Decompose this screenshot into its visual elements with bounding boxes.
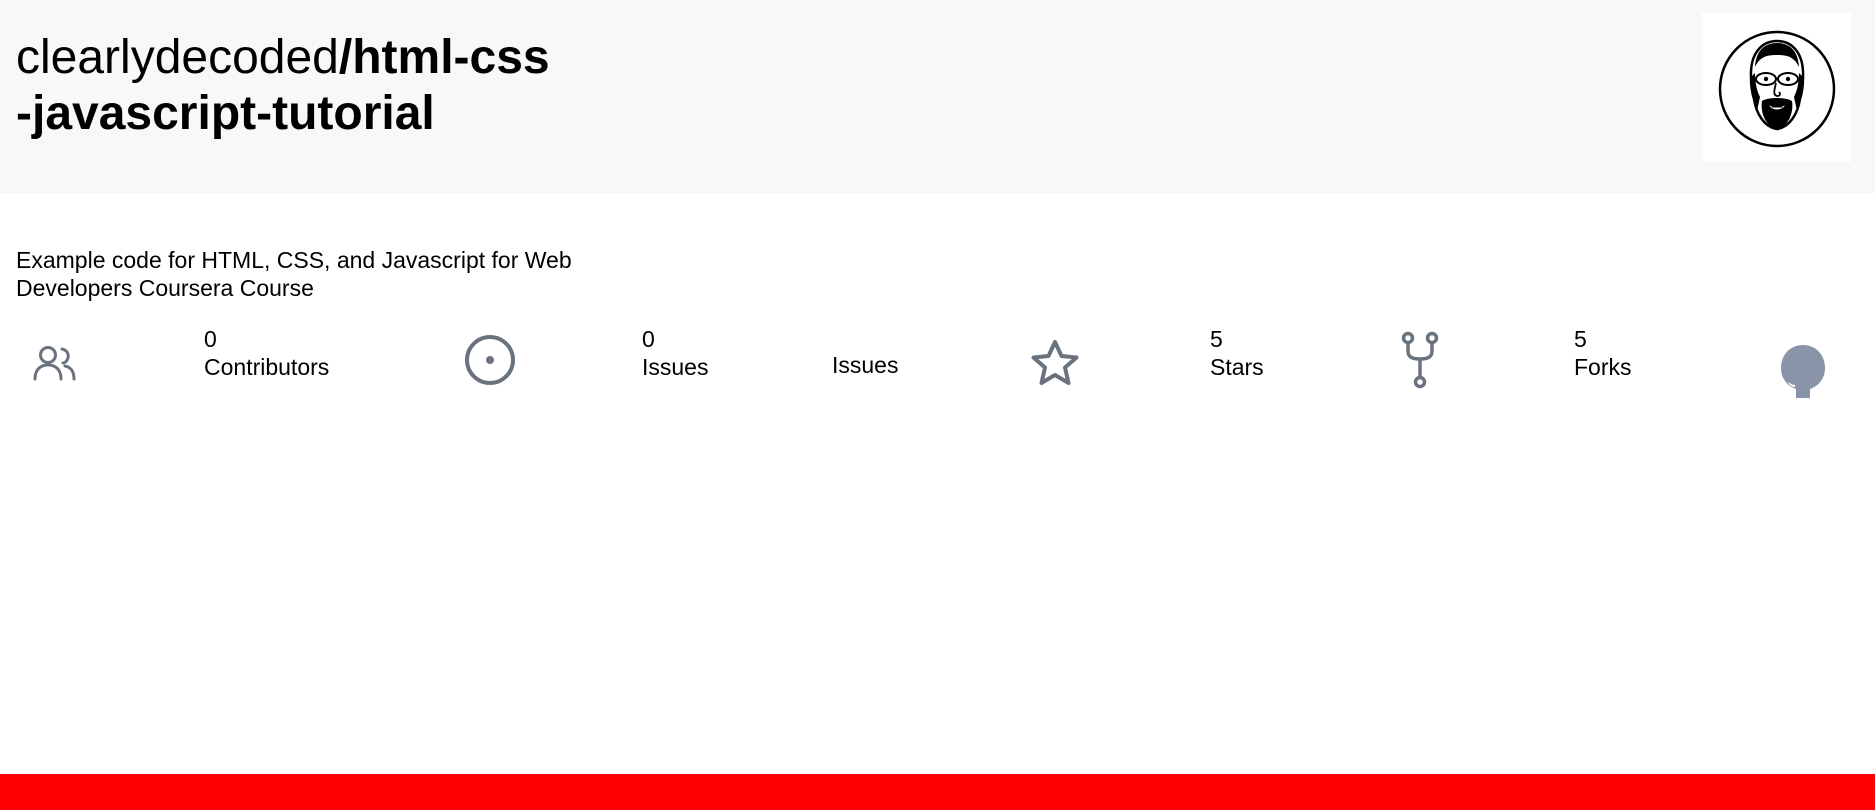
repo-forked-icon bbox=[1401, 331, 1439, 389]
issues-stat[interactable]: 0 Issues bbox=[642, 325, 708, 381]
stars-label: Stars bbox=[1210, 354, 1264, 380]
issues-link[interactable]: Issues bbox=[832, 351, 898, 379]
stars-count: 5 bbox=[1210, 326, 1223, 352]
contributors-count: 0 bbox=[204, 326, 217, 352]
repo-title[interactable]: clearlydecoded/html-css -javascript-tutor… bbox=[16, 30, 576, 142]
contributors-stat[interactable]: 0 Contributors bbox=[204, 325, 329, 381]
repo-description: Example code for HTML, CSS, and Javascri… bbox=[16, 247, 572, 301]
forks-stat[interactable]: 5 Forks bbox=[1574, 325, 1632, 381]
owner-avatar[interactable] bbox=[1702, 13, 1851, 162]
repo-name-part-1: html-css bbox=[352, 31, 550, 84]
issues-count: 0 bbox=[642, 326, 655, 352]
people-icon bbox=[33, 346, 76, 381]
repo-slash: / bbox=[338, 31, 353, 84]
issue-opened-icon bbox=[465, 335, 515, 385]
stars-stat[interactable]: 5 Stars bbox=[1210, 325, 1264, 381]
repo-card-page: clearlydecoded/html-css -javascript-tutor… bbox=[0, 0, 1875, 810]
footer-accent-bar bbox=[0, 774, 1875, 810]
contributors-label: Contributors bbox=[204, 354, 330, 380]
star-icon bbox=[1031, 340, 1079, 385]
forks-count: 5 bbox=[1574, 326, 1587, 352]
repo-owner: clearlydecoded bbox=[16, 31, 339, 84]
issues-link-label: Issues bbox=[832, 352, 899, 378]
repo-header: clearlydecoded/html-css -javascript-tutor… bbox=[0, 0, 1875, 193]
avatar-portrait bbox=[1718, 30, 1836, 148]
issues-label: Issues bbox=[642, 354, 709, 380]
github-mark-icon[interactable] bbox=[1779, 343, 1827, 399]
repo-stats-row: 0 Contributors 0 Issues Issues 5 Stars 5… bbox=[0, 325, 1875, 405]
repo-name-part-2: -javascript-tutorial bbox=[16, 87, 435, 140]
forks-label: Forks bbox=[1574, 354, 1632, 380]
